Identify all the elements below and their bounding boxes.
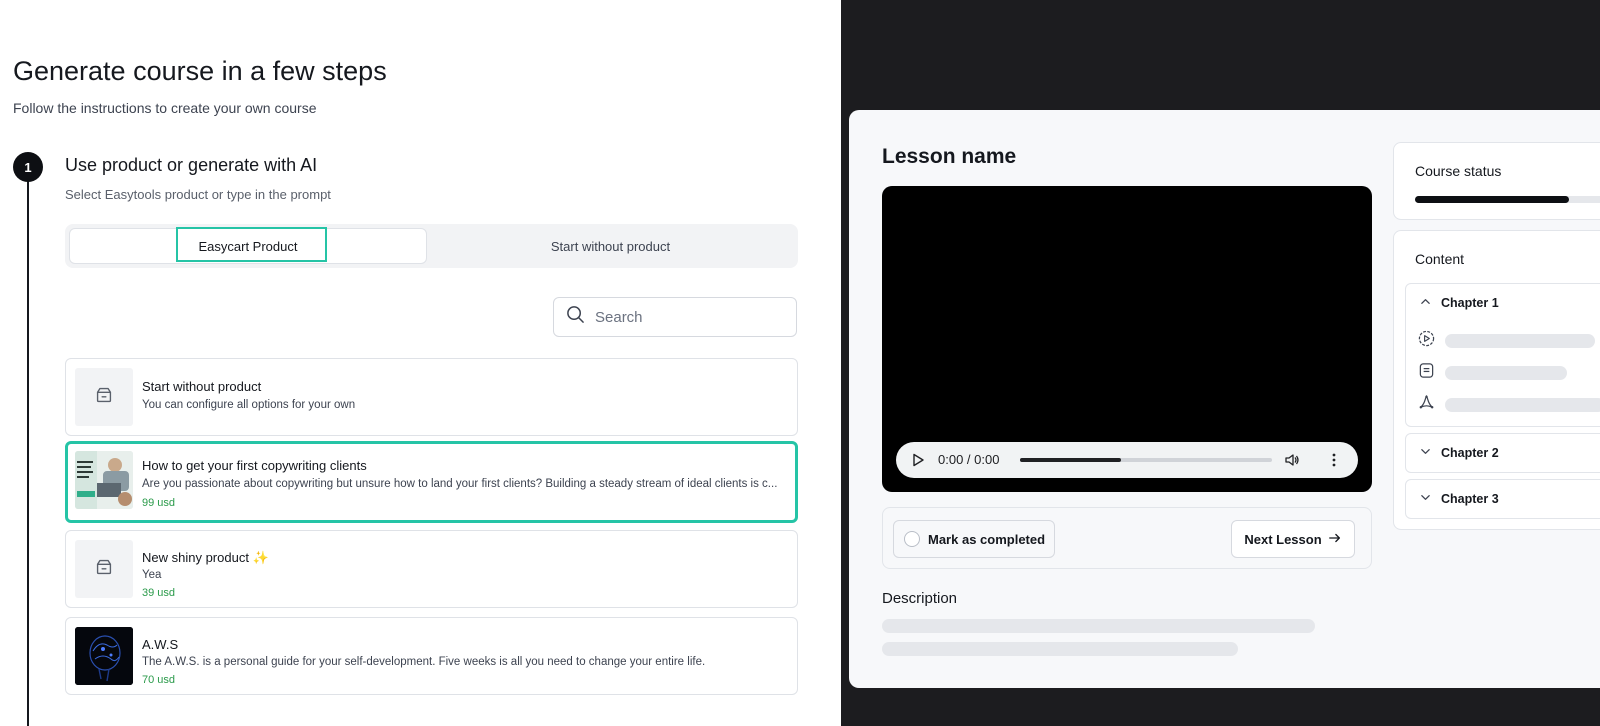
next-lesson-button[interactable]: Next Lesson [1231,520,1355,558]
product-price: 39 usd [142,587,176,599]
chapter-1-section[interactable]: Chapter 1 [1405,283,1600,427]
chapter-title: Chapter 3 [1441,492,1499,506]
lesson-preview-card: Lesson name 0:00 / 0:00 Mark as complete… [849,110,1600,688]
step-subtitle: Select Easytools product or type in the … [65,187,331,202]
step-connector-line [27,166,29,726]
course-status-card: Course status [1393,142,1600,220]
box-icon [93,384,115,411]
lesson-skeleton [1445,366,1567,380]
course-progress-bar [1415,196,1600,203]
checkbox-circle-icon [904,531,920,547]
next-lesson-label: Next Lesson [1244,531,1322,547]
product-item-start-without-product[interactable]: Start without product You can configure … [65,358,798,436]
product-item-new-shiny[interactable]: New shiny product ✨ Yea 39 usd [65,530,798,608]
search-box[interactable] [553,297,797,337]
lesson-skeleton [1445,334,1595,348]
page-subtitle: Follow the instructions to create your o… [13,100,317,116]
chevron-down-icon [1420,492,1441,506]
video-icon [1418,330,1435,352]
product-photo-image [75,451,133,509]
more-options-icon[interactable] [1326,452,1342,473]
course-progress-fill [1415,196,1569,203]
video-seek-bar[interactable] [1020,458,1272,462]
chapter-2-header[interactable]: Chapter 2 [1420,446,1499,460]
lesson-item[interactable] [1418,394,1600,416]
product-title: How to get your first copywriting client… [142,458,367,473]
lesson-item[interactable] [1418,362,1567,384]
play-icon[interactable] [910,452,926,473]
product-item-copywriting[interactable]: How to get your first copywriting client… [65,441,798,523]
lesson-action-bar: Mark as completed Next Lesson [882,507,1372,569]
product-source-toggle: Easycart Product Start without product [65,224,798,268]
course-generator-panel: Generate course in a few steps Follow th… [0,0,841,726]
lesson-item[interactable] [1418,330,1595,352]
product-description: You can configure all options for your o… [142,399,356,411]
tab-start-without-product[interactable]: Start without product [427,228,794,264]
tab-easycart-product[interactable]: Easycart Product [69,228,427,264]
product-thumbnail [75,627,133,685]
product-price: 99 usd [142,497,176,509]
document-icon [1418,362,1435,384]
product-title: A.W.S [142,637,179,652]
pdf-icon [1418,394,1435,416]
box-icon [93,556,115,583]
course-content-card: Content Chapter 1 Chapter 2 Chapter 3 [1393,230,1600,530]
course-status-label: Course status [1415,163,1502,179]
product-title: New shiny product ✨ [142,550,269,565]
product-title: Start without product [142,379,262,394]
chapter-3-header[interactable]: Chapter 3 [1420,492,1499,506]
chapter-1-header[interactable]: Chapter 1 [1420,296,1499,310]
mark-completed-label: Mark as completed [928,531,1046,547]
chapter-title: Chapter 1 [1441,296,1499,310]
lesson-skeleton [1445,398,1600,412]
product-thumbnail [75,540,133,598]
chapter-2-section[interactable]: Chapter 2 [1405,433,1600,473]
step-title: Use product or generate with AI [65,155,318,175]
description-skeleton-line [882,642,1238,656]
product-description: The A.W.S. is a personal guide for your … [142,656,706,668]
chapter-3-section[interactable]: Chapter 3 [1405,479,1600,519]
product-dark-image [75,627,133,685]
step-number-badge: 1 [13,152,43,182]
page-title: Generate course in a few steps [13,56,387,86]
mark-completed-button[interactable]: Mark as completed [893,520,1055,558]
product-thumbnail [75,451,133,509]
video-time: 0:00 / 0:00 [938,452,1000,467]
product-price: 70 usd [142,674,176,686]
product-thumbnail [75,368,133,426]
chapter-title: Chapter 2 [1441,446,1499,460]
volume-icon[interactable] [1284,452,1300,473]
product-description: Are you passionate about copywriting but… [142,478,778,490]
video-seek-fill [1020,458,1121,462]
chevron-down-icon [1420,446,1441,460]
description-label: Description [882,590,958,607]
video-controls: 0:00 / 0:00 [896,442,1358,478]
description-skeleton-line [882,619,1315,633]
arrow-right-icon [1322,531,1342,548]
product-description: Yea [142,569,162,581]
search-icon [566,305,585,329]
lesson-title: Lesson name [882,145,1017,168]
chevron-up-icon [1420,296,1441,310]
search-input[interactable] [593,307,777,327]
product-item-aws[interactable]: A.W.S The A.W.S. is a personal guide for… [65,617,798,695]
video-player[interactable]: 0:00 / 0:00 [882,186,1372,492]
content-label: Content [1415,251,1465,267]
